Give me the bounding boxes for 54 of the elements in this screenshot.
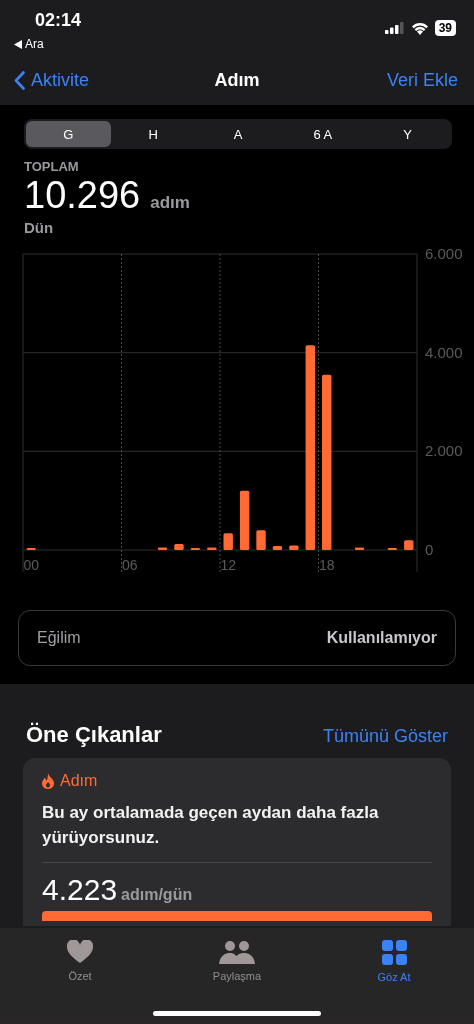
axis-label: 00 xyxy=(23,557,39,573)
people-icon xyxy=(218,940,256,964)
tab-item[interactable]: Paylaşma xyxy=(187,940,287,990)
back-triangle-icon xyxy=(14,39,22,49)
bar xyxy=(174,544,184,550)
bar xyxy=(354,547,365,550)
bar xyxy=(207,547,217,550)
bar xyxy=(404,540,414,550)
tab-item[interactable]: Göz At xyxy=(344,940,444,990)
axis-label: 6.000 xyxy=(425,245,463,262)
show-all-link[interactable]: Tümünü Göster xyxy=(322,726,448,747)
highlight-category: Adım xyxy=(60,772,98,790)
back-to-app-link[interactable]: Ara xyxy=(25,37,44,51)
add-data-button[interactable]: Veri Ekle xyxy=(386,69,458,91)
highlight-text: Bu ay ortalamada geçen aydan daha fazla yürüyorsunuz. xyxy=(42,802,380,849)
section-heading: Öne Çıkanlar xyxy=(26,722,162,748)
total-value: 10.296 xyxy=(24,174,141,217)
axis-label: 0 xyxy=(425,541,434,558)
axis-label: 18 xyxy=(318,557,335,573)
axis-label: 12 xyxy=(220,557,236,573)
battery-level: 39 xyxy=(434,20,456,36)
average-value: 4.223 xyxy=(42,873,118,907)
date-label: Dün xyxy=(24,219,55,236)
highlight-card[interactable]: Adım Bu ay ortalamada geçen aydan daha fazla yürüyorsunuz. 4.223 adım/gün xyxy=(23,758,451,926)
heart-icon xyxy=(66,940,94,964)
screen-title: Adım xyxy=(214,69,260,90)
signal-icon xyxy=(384,22,405,34)
bar xyxy=(157,547,168,550)
period-segment[interactable]: 6 A xyxy=(280,121,366,147)
period-segment[interactable]: H xyxy=(110,121,196,147)
axis-label: 2.000 xyxy=(425,442,463,460)
axis-label: 4.000 xyxy=(425,343,463,361)
status-time: 02:14 xyxy=(35,10,82,31)
period-segment[interactable]: Y xyxy=(365,121,450,147)
total-unit: adım xyxy=(150,193,190,213)
grid-icon xyxy=(381,940,407,965)
bar xyxy=(289,545,299,550)
bar xyxy=(272,546,283,550)
wifi-icon xyxy=(410,21,429,35)
chevron-left-icon xyxy=(14,70,25,90)
axis-label: 06 xyxy=(121,557,138,573)
period-segment[interactable]: A xyxy=(195,121,281,147)
back-button[interactable]: Aktivite xyxy=(14,69,90,91)
total-label: TOPLAM xyxy=(24,159,80,174)
bar xyxy=(239,490,250,550)
trend-row[interactable]: Eğilim Kullanılamıyor xyxy=(18,610,456,666)
bar xyxy=(223,533,233,550)
bar xyxy=(256,530,266,550)
tab-item[interactable]: Özet xyxy=(30,940,130,990)
average-unit: adım/gün xyxy=(121,886,193,904)
flame-icon xyxy=(42,773,54,789)
period-segment[interactable]: G xyxy=(26,121,111,147)
trend-value: Kullanılamıyor xyxy=(326,629,437,647)
trend-label: Eğilim xyxy=(37,629,81,647)
